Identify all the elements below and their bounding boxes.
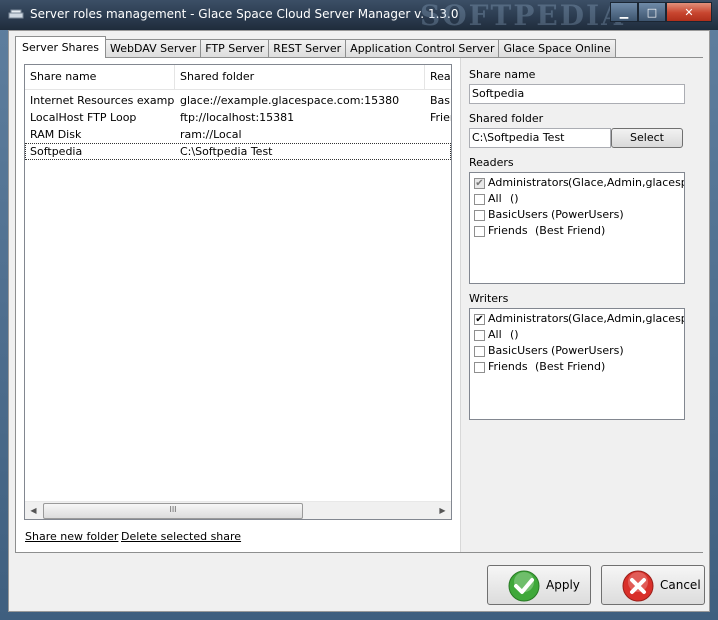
select-folder-button[interactable]: Select <box>611 128 683 148</box>
dialog-button-bar: Apply Cancel <box>9 561 709 611</box>
tab-application-control-server[interactable]: Application Control Server <box>345 39 500 58</box>
group-members: (Glace,Admin,glacespace <box>568 176 684 189</box>
checkbox-icon[interactable] <box>474 362 485 373</box>
title-bar[interactable]: Server roles management - Glace Space Cl… <box>0 0 718 32</box>
cell-name: LocalHost FTP Loop <box>30 111 137 124</box>
tab-ftp-server[interactable]: FTP Server <box>200 39 270 58</box>
checkbox-icon[interactable] <box>474 210 485 221</box>
scroll-left-icon[interactable]: ◀ <box>25 502 42 519</box>
softpedia-watermark: SOFTPEDIA <box>420 0 625 32</box>
checkmark-icon <box>508 570 540 602</box>
group-name: BasicUsers <box>488 208 548 221</box>
table-row[interactable]: RAM Disk ram://Local <box>25 126 451 143</box>
group-members: (Best Friend) <box>535 224 606 237</box>
table-row[interactable]: Internet Resources example glace://exampl… <box>25 92 451 109</box>
column-readers[interactable]: Rea <box>425 65 451 89</box>
group-name: Administrators <box>488 176 569 189</box>
checkbox-icon[interactable] <box>474 226 485 237</box>
group-name: All <box>488 192 502 205</box>
tab-strip: Server Shares WebDAV Server FTP Server REST… <box>15 36 616 58</box>
checkbox-icon[interactable] <box>474 194 485 205</box>
group-name: Administrators <box>488 312 569 325</box>
group-members: () <box>510 328 519 341</box>
scroll-right-icon[interactable]: ▶ <box>434 502 451 519</box>
tab-glace-space-online[interactable]: Glace Space Online <box>498 39 616 58</box>
table-row[interactable]: LocalHost FTP Loop ftp://localhost:15381 F… <box>25 109 451 126</box>
checkbox-checked-icon[interactable]: ✔ <box>474 314 485 325</box>
share-name-label: Share name <box>469 68 536 81</box>
shares-list-header: Share name Shared folder Rea <box>25 65 451 90</box>
shared-folder-input[interactable]: C:\Softpedia Test <box>469 128 611 148</box>
cell-folder: C:\Softpedia Test <box>180 145 273 158</box>
app-window: Server roles management - Glace Space Cl… <box>0 0 718 620</box>
close-icon: ✕ <box>684 5 694 19</box>
column-share-name[interactable]: Share name <box>25 65 175 89</box>
client-area: Server Shares WebDAV Server FTP Server REST… <box>8 30 710 612</box>
readers-checklist[interactable]: ✔Administrators(Glace,Admin,glacespace Al… <box>469 172 685 284</box>
writers-label: Writers <box>469 292 509 305</box>
server-shares-panel: Share name Shared folder Rea Internet Re… <box>15 57 703 553</box>
group-name: Friends <box>488 360 528 373</box>
cell-readers: Frien <box>430 111 451 124</box>
scroll-thumb[interactable]: III <box>43 503 303 519</box>
share-name-input[interactable]: Softpedia <box>469 84 685 104</box>
cell-folder: ram://Local <box>180 128 242 141</box>
shares-list[interactable]: Share name Shared folder Rea Internet Re… <box>24 64 452 520</box>
cell-name: Internet Resources example <box>30 94 175 107</box>
tab-server-shares[interactable]: Server Shares <box>15 36 107 58</box>
share-new-folder-link[interactable]: Share new folder <box>25 530 118 543</box>
close-button[interactable]: ✕ <box>666 2 712 22</box>
readers-label: Readers <box>469 156 514 169</box>
cancel-x-icon <box>622 570 654 602</box>
apply-button[interactable]: Apply <box>487 565 591 605</box>
cancel-label: Cancel <box>660 578 701 592</box>
group-name: BasicUsers <box>488 344 548 357</box>
checkbox-icon[interactable] <box>474 330 485 341</box>
minimize-icon: ▁ <box>619 5 629 19</box>
cell-folder: glace://example.glacespace.com:15380 <box>180 94 400 107</box>
window-title: Server roles management - Glace Space Cl… <box>30 7 459 21</box>
group-members: (Glace,Admin,glacespace <box>568 312 684 325</box>
cell-folder: ftp://localhost:15381 <box>180 111 295 124</box>
tab-webdav-server[interactable]: WebDAV Server <box>105 39 202 58</box>
cell-readers: Basic <box>430 94 451 107</box>
writers-checklist[interactable]: ✔Administrators(Glace,Admin,glacespace Al… <box>469 308 685 420</box>
minimize-button[interactable]: ▁ <box>610 2 638 22</box>
cancel-button[interactable]: Cancel <box>601 565 705 605</box>
tab-rest-server[interactable]: REST Server <box>268 39 347 58</box>
group-members: (PowerUsers) <box>551 344 624 357</box>
group-members: () <box>510 192 519 205</box>
group-name: Friends <box>488 224 528 237</box>
checkbox-icon[interactable] <box>474 346 485 357</box>
checkbox-checked-icon[interactable]: ✔ <box>474 178 485 189</box>
column-shared-folder[interactable]: Shared folder <box>175 65 425 89</box>
group-members: (PowerUsers) <box>551 208 624 221</box>
share-details-pane: Share name Softpedia Shared folder C:\So… <box>460 58 703 552</box>
shared-folder-label: Shared folder <box>469 112 544 125</box>
group-name: All <box>488 328 502 341</box>
table-row[interactable]: Softpedia C:\Softpedia Test <box>25 143 451 160</box>
maximize-button[interactable]: □ <box>638 2 666 22</box>
cloud-server-icon <box>8 9 24 19</box>
cell-name: Softpedia <box>30 145 83 158</box>
group-members: (Best Friend) <box>535 360 606 373</box>
apply-label: Apply <box>546 578 580 592</box>
maximize-icon: □ <box>646 5 658 19</box>
cell-name: RAM Disk <box>30 128 82 141</box>
delete-selected-share-link[interactable]: Delete selected share <box>121 530 241 543</box>
horizontal-scrollbar[interactable]: ◀ III ▶ <box>25 501 451 519</box>
